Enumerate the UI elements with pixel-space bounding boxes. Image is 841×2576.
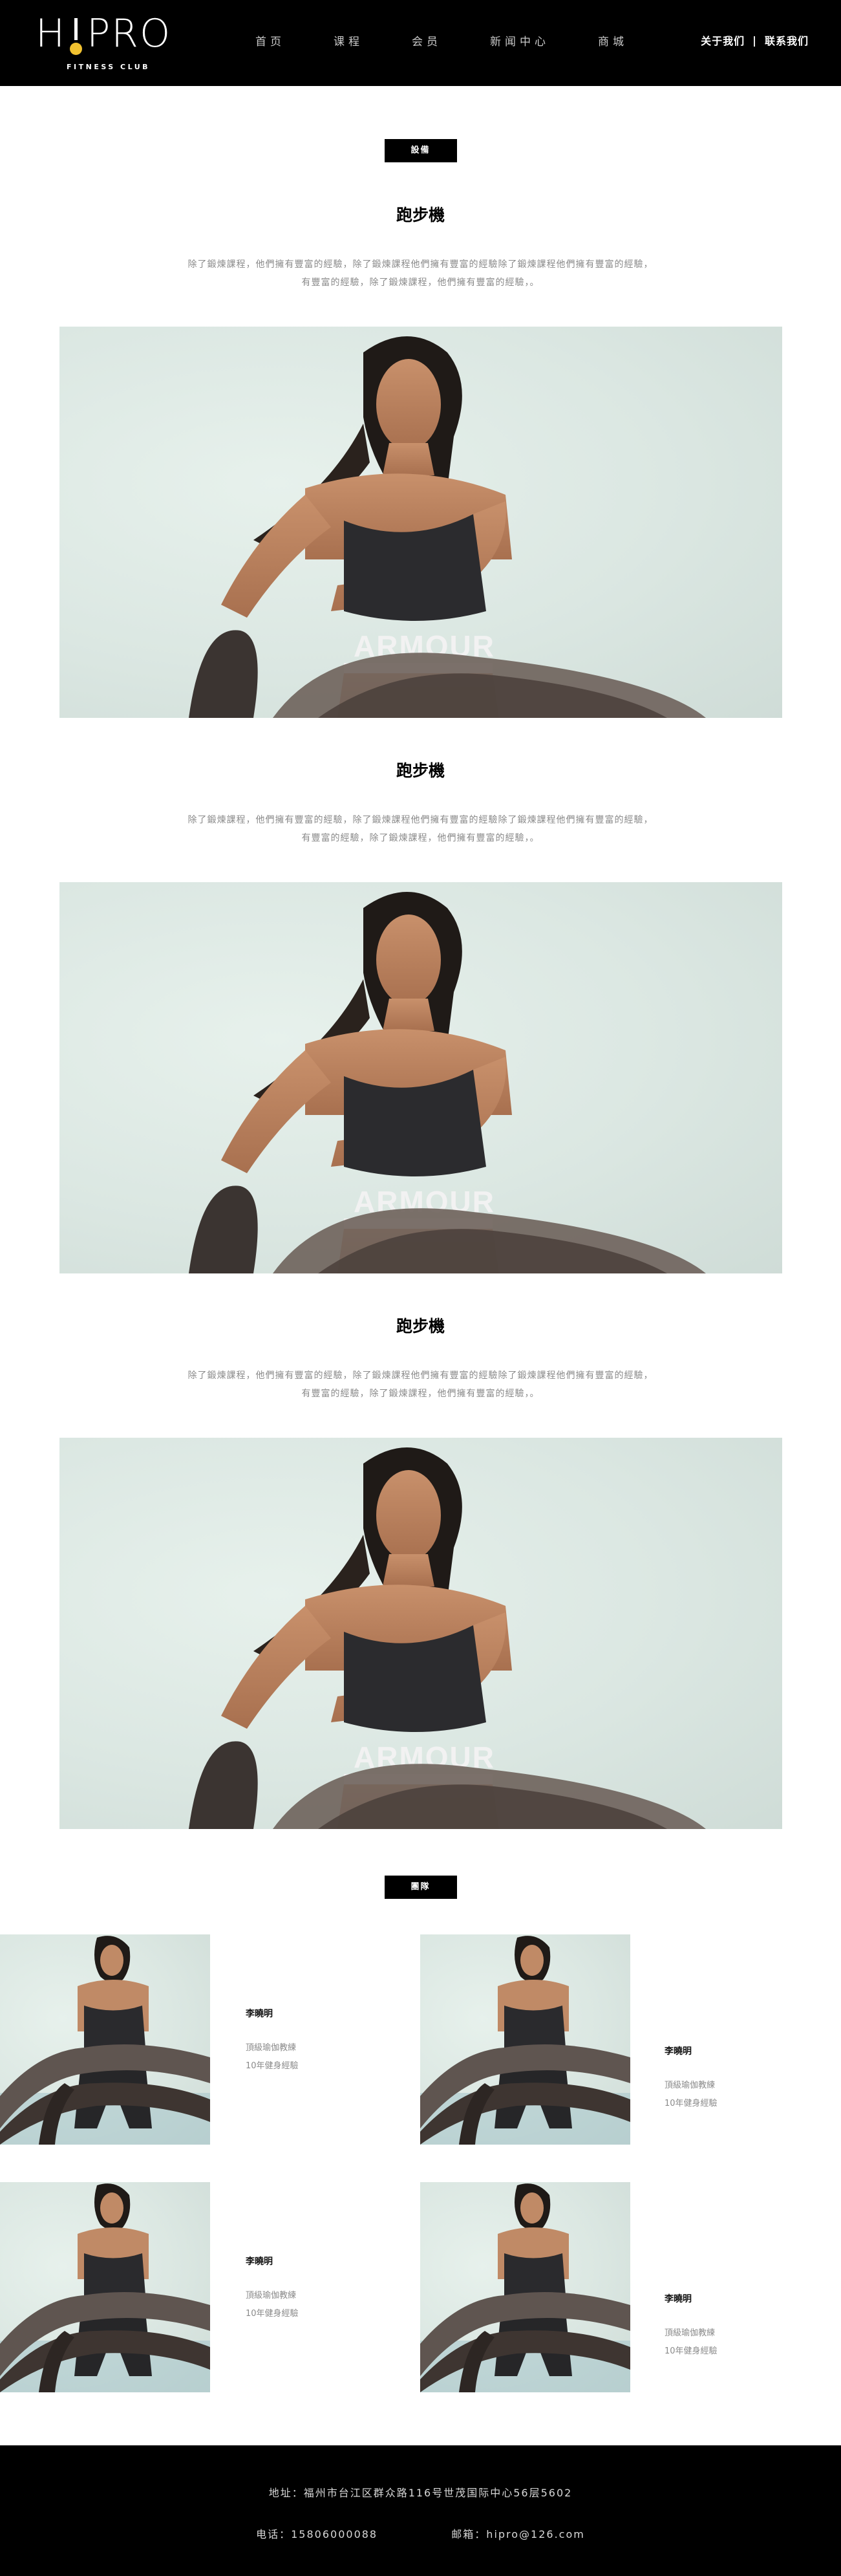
equipment-description: 除了鍛煉課程，他們擁有豐富的經驗，除了鍛煉課程他們擁有豐富的經驗除了鍛煉課程他們… xyxy=(169,255,673,292)
equipment-title: 跑步機 xyxy=(396,206,445,224)
coach-info: 李曉明 頂級瑜伽教練 10年健身經驗 xyxy=(246,2255,299,2323)
team-section: 團隊 李曉明 頂級瑜伽教練 10年健身經驗 李曉明 頂級瑜伽教練 10年健身經驗… xyxy=(0,1876,841,2445)
logo-letter-h: H xyxy=(36,11,67,56)
coach-info: 李曉明 頂級瑜伽教練 10年健身經驗 xyxy=(665,2044,718,2113)
nav-item-courses[interactable]: 课程 xyxy=(334,32,363,49)
equipment-image: ARMOUR xyxy=(59,882,782,1273)
header-link-separator: | xyxy=(752,34,757,47)
nav-item-membership[interactable]: 会员 xyxy=(412,32,442,49)
athlete-battle-rope-photo: ARMOUR xyxy=(59,882,782,1273)
coach-role: 頂級瑜伽教練 xyxy=(246,2043,297,2053)
team-section-tag: 團隊 xyxy=(384,1876,457,1899)
coach-experience: 10年健身經驗 xyxy=(246,2061,299,2071)
equipment-description: 除了鍛煉課程，他們擁有豐富的經驗，除了鍛煉課程他們擁有豐富的經驗除了鍛煉課程他們… xyxy=(169,811,673,847)
coach-card[interactable]: 李曉明 頂級瑜伽教練 10年健身經驗 xyxy=(0,2182,420,2392)
equipment-description: 除了鍛煉課程，他們擁有豐富的經驗，除了鍛煉課程他們擁有豐富的經驗除了鍛煉課程他們… xyxy=(169,1367,673,1403)
equipment-title: 跑步機 xyxy=(396,761,445,780)
equipment-image: ARMOUR xyxy=(59,1438,782,1829)
coach-name: 李曉明 xyxy=(246,2009,273,2019)
about-us-link[interactable]: 关于我们 xyxy=(701,32,745,48)
equipment-description-line: 除了鍛煉課程，他們擁有豐富的經驗，除了鍛煉課程他們擁有豐富的經驗除了鍛煉課程他們… xyxy=(187,259,654,270)
logo-wordmark: H PRO xyxy=(36,11,172,56)
coach-portrait xyxy=(420,1934,630,2145)
coach-info: 李曉明 頂級瑜伽教練 10年健身經驗 xyxy=(665,2292,718,2361)
coach-portrait xyxy=(0,1934,210,2145)
equipment-section: 設備 跑步機 除了鍛煉課程，他們擁有豐富的經驗，除了鍛煉課程他們擁有豐富的經驗除… xyxy=(0,86,841,1829)
equipment-item: 跑步機 除了鍛煉課程，他們擁有豐富的經驗，除了鍛煉課程他們擁有豐富的經驗除了鍛煉… xyxy=(0,1314,841,1829)
contact-us-link[interactable]: 联系我们 xyxy=(765,32,809,48)
equipment-description-line: 除了鍛煉課程，他們擁有豐富的經驗，除了鍛煉課程他們擁有豐富的經驗除了鍛煉課程他們… xyxy=(187,1370,654,1381)
main-nav: 首页 课程 会员 新闻中心 商城 xyxy=(255,32,676,49)
coach-role: 頂級瑜伽教練 xyxy=(665,2081,716,2090)
equipment-section-tag: 設備 xyxy=(384,139,457,162)
equipment-description-line: 有豐富的經驗，除了鍛煉課程，他們擁有豐富的經驗，。 xyxy=(301,1389,540,1399)
equipment-description-line: 有豐富的經驗，除了鍛煉課程，他們擁有豐富的經驗，。 xyxy=(301,833,540,843)
equipment-item: 跑步機 除了鍛煉課程，他們擁有豐富的經驗，除了鍛煉課程他們擁有豐富的經驗除了鍛煉… xyxy=(0,758,841,1273)
nav-item-home[interactable]: 首页 xyxy=(255,32,285,49)
header-links: 关于我们 | 联系我们 xyxy=(701,32,809,48)
footer-phone: 电话：15806000088 xyxy=(256,2528,378,2540)
footer-email[interactable]: 邮箱：hipro@126.com xyxy=(451,2528,585,2540)
footer-address: 地址：福州市台江区群众路116号世茂国际中心56层5602 xyxy=(268,2487,573,2499)
coach-experience: 10年健身經驗 xyxy=(665,2346,718,2356)
coach-role: 頂級瑜伽教練 xyxy=(246,2291,297,2300)
athlete-battle-rope-photo: ARMOUR xyxy=(59,327,782,718)
coach-name: 李曉明 xyxy=(665,2046,692,2057)
coach-portrait xyxy=(420,2182,630,2392)
site-logo[interactable]: H PRO FITNESS CLUB xyxy=(36,13,197,74)
coach-photo xyxy=(0,2182,210,2392)
coach-info: 李曉明 頂級瑜伽教練 10年健身經驗 xyxy=(246,2007,299,2075)
site-header: H PRO FITNESS CLUB 首页 课程 会员 新闻中心 商城 关于我们… xyxy=(0,0,841,86)
coach-experience: 10年健身經驗 xyxy=(246,2309,299,2319)
nav-item-shop[interactable]: 商城 xyxy=(598,32,628,49)
nav-item-news[interactable]: 新闻中心 xyxy=(490,32,549,49)
footer-address-line: 地址：福州市台江区群众路116号世茂国际中心56层5602 xyxy=(0,2484,841,2500)
site-footer: 地址：福州市台江区群众路116号世茂国际中心56层5602 电话：1580600… xyxy=(0,2445,841,2576)
coach-experience: 10年健身經驗 xyxy=(665,2099,718,2108)
logo-exclamation-icon xyxy=(69,13,84,55)
coach-role: 頂級瑜伽教練 xyxy=(665,2328,716,2338)
coach-photo xyxy=(420,2182,630,2392)
equipment-description-line: 除了鍛煉課程，他們擁有豐富的經驗，除了鍛煉課程他們擁有豐富的經驗除了鍛煉課程他們… xyxy=(187,815,654,825)
coach-photo xyxy=(0,1934,210,2145)
coach-card[interactable]: 李曉明 頂級瑜伽教練 10年健身經驗 xyxy=(420,2182,840,2392)
equipment-title: 跑步機 xyxy=(396,1317,445,1336)
athlete-battle-rope-photo: ARMOUR xyxy=(59,1438,782,1829)
equipment-image: ARMOUR xyxy=(59,327,782,718)
footer-contact-line: 电话：15806000088 邮箱：hipro@126.com xyxy=(0,2526,841,2541)
logo-letters-pro: PRO xyxy=(87,11,172,56)
coach-card[interactable]: 李曉明 頂級瑜伽教練 10年健身經驗 xyxy=(0,1934,420,2145)
equipment-description-line: 有豐富的經驗，除了鍛煉課程，他們擁有豐富的經驗，。 xyxy=(301,277,540,288)
coach-card[interactable]: 李曉明 頂級瑜伽教練 10年健身經驗 xyxy=(420,1934,840,2145)
coach-portrait xyxy=(0,2182,210,2392)
coach-name: 李曉明 xyxy=(246,2257,273,2267)
logo-tagline: FITNESS CLUB xyxy=(67,63,151,71)
coach-photo xyxy=(420,1934,630,2145)
coach-grid: 李曉明 頂級瑜伽教練 10年健身經驗 李曉明 頂級瑜伽教練 10年健身經驗 李曉… xyxy=(0,1934,841,2445)
coach-name: 李曉明 xyxy=(665,2294,692,2304)
equipment-item: 跑步機 除了鍛煉課程，他們擁有豐富的經驗，除了鍛煉課程他們擁有豐富的經驗除了鍛煉… xyxy=(0,202,841,718)
